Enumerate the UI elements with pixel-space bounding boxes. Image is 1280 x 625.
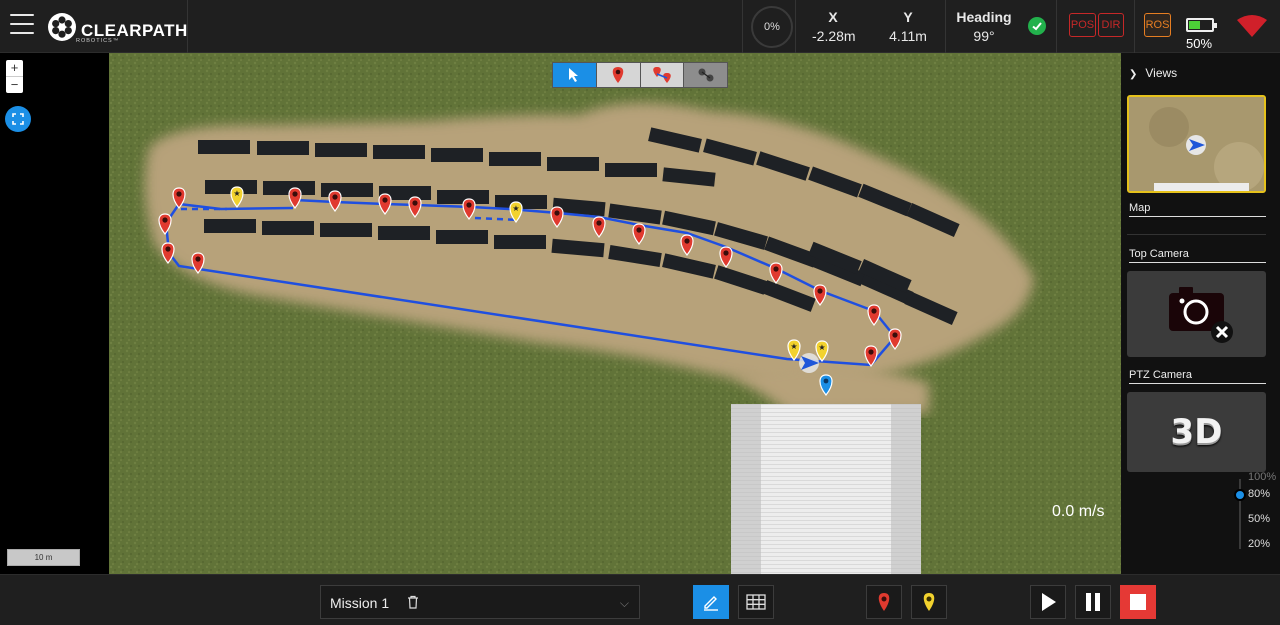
fit-to-view-button[interactable] [5,106,31,132]
speed-level-50[interactable]: 50% [1248,513,1270,525]
zoom-in-button[interactable]: + [6,60,23,76]
speed-readout: 0.0 m/s [1052,503,1105,520]
cursor-icon [569,68,579,82]
heading-label: Heading [956,9,1012,25]
chevron-down-icon: ❯ [1129,69,1138,80]
trash-icon[interactable] [407,595,419,609]
select-tool-button[interactable] [553,63,597,87]
x-position: X -2.28m [812,9,856,44]
y-label: Y [903,9,913,25]
zoom-controls: + − [6,60,23,93]
speed-level-100[interactable]: 100% [1248,471,1276,483]
mission-name: Mission 1 [330,595,390,611]
add-waypoint-tool-button[interactable] [596,63,641,87]
expand-icon [12,113,24,125]
map-view[interactable]: ★ ★ ★ ★ 0.0 m/s [109,53,1121,574]
grid-icon [746,594,766,610]
3d-view-icon: 3D [1170,412,1223,452]
dir-badge: DIR [1098,13,1124,37]
chevron-down-icon: ⌵ [619,596,629,610]
heading-value: 99° [973,28,995,44]
x-value: -2.28m [812,28,856,44]
pause-button[interactable] [1075,585,1111,619]
logo-subtext: ROBOTICS™ [76,38,120,44]
heading: Heading 99° [954,9,1014,44]
top-bar: CLEARPATH ROBOTICS™ 0% X -2.28m Y 4.11m … [0,0,1280,53]
speed-level-20[interactable]: 20% [1248,538,1270,550]
wifi-signal-icon [1237,15,1267,37]
robot-position-marker [799,353,819,373]
aerial-imagery: ★ ★ ★ ★ [109,53,1121,574]
logo-hex-icon [48,13,76,41]
views-header-label: Views [1145,66,1178,80]
route-tool-button[interactable] [640,63,685,87]
map-tool-selector [552,62,728,88]
map-view-thumbnail[interactable] [1127,95,1266,193]
status-ok-icon [1028,17,1046,35]
x-label: X [828,9,838,25]
svg-text:★: ★ [233,189,240,198]
battery-icon [1186,18,1217,32]
cluster-icon [698,68,714,82]
add-waypoint-button[interactable] [866,585,902,619]
stop-button[interactable] [1120,585,1156,619]
view-label-map: Map [1129,202,1266,217]
clearpath-logo: CLEARPATH ROBOTICS™ [47,11,187,45]
cluster-tool-button[interactable] [684,63,727,87]
battery-fill [1189,21,1200,29]
menu-icon[interactable] [10,14,34,36]
battery-percent: 50% [1186,36,1213,51]
y-position: Y 4.11m [886,9,930,44]
play-icon [1042,593,1056,611]
speed-level-80[interactable]: 80% [1248,488,1270,500]
mission-progress-indicator: 0% [751,6,793,48]
red-waypoint-icon [878,593,890,611]
view-label-top-camera: Top Camera [1129,248,1266,263]
play-button[interactable] [1030,585,1066,619]
waypoint-icon [612,67,624,83]
views-panel: ❯ Views Map Top Camera PTZ Camera 3D 100%… [1121,53,1280,574]
add-action-button[interactable] [911,585,947,619]
grid-view-button[interactable] [738,585,774,619]
ros-badge: ROS [1144,13,1171,37]
edit-mission-button[interactable] [693,585,729,619]
camera-off-icon [1169,287,1233,343]
map-thumbnail-image [1129,97,1264,191]
mission-select[interactable]: Mission 1 ⌵ [320,585,640,619]
stop-icon [1130,594,1146,610]
yellow-action-icon [923,593,935,611]
map-controls-strip: + − 10 m [0,53,109,574]
bottom-bar: Mission 1 ⌵ [0,574,1280,625]
top-camera-thumbnail[interactable] [1127,271,1266,357]
svg-text:★: ★ [512,204,519,213]
svg-text:★: ★ [790,342,797,351]
views-header[interactable]: ❯ Views [1129,66,1177,80]
pos-badge: POS [1069,13,1096,37]
map-scale-bar: 10 m [7,549,80,566]
speed-slider-knob[interactable] [1234,489,1246,501]
pencil-icon [704,596,718,611]
view-label-ptz-camera: PTZ Camera [1129,369,1266,384]
y-value: 4.11m [889,28,927,44]
pause-icon [1086,593,1100,611]
zoom-out-button[interactable]: − [6,76,23,92]
ptz-camera-thumbnail[interactable]: 3D [1127,392,1266,472]
route-icon [653,67,671,83]
svg-text:★: ★ [818,343,825,352]
